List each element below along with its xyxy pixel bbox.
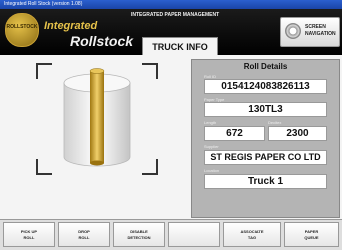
associate-tag-button[interactable]: ASSOCIATE TAG xyxy=(223,222,281,247)
window-title: Integrated Roll Stock (version 1.08) xyxy=(4,1,83,7)
pick-up-roll-button[interactable]: PICK UP ROLL xyxy=(3,222,55,247)
app-header: ROLLSTOCK Integrated Rollstock INTEGRATE… xyxy=(0,9,342,56)
decitex-field: 2300 xyxy=(268,126,327,141)
tab-truck-info[interactable]: TRUCK INFO xyxy=(142,37,218,56)
length-label: Length xyxy=(204,120,217,125)
paper-queue-button[interactable]: PAPER QUEUE xyxy=(284,222,339,247)
bottom-toolbar: PICK UP ROLL DROP ROLL DISABLE DETECTION AS… xyxy=(0,219,342,250)
location-field: Truck 1 xyxy=(204,174,327,189)
disable-detection-button[interactable]: DISABLE DETECTION xyxy=(113,222,165,247)
app-subtitle: INTEGRATED PAPER MANAGEMENT xyxy=(131,12,220,18)
roll-visualization xyxy=(36,63,158,175)
roll-details-title: Roll Details xyxy=(243,62,288,71)
logo-text: ROLLSTOCK xyxy=(6,24,38,30)
decitex-label: Decitex xyxy=(268,120,282,125)
supplier-field: ST REGIS PAPER CO LTD xyxy=(204,150,327,165)
rollstock-logo: ROLLSTOCK xyxy=(5,13,39,47)
supplier-label: Supplier xyxy=(204,144,219,149)
disc-icon xyxy=(285,23,301,39)
length-field: 672 xyxy=(204,126,265,141)
brand-integrated: Integrated xyxy=(44,20,98,32)
screen-navigation-label: SCREEN NAVIGATION xyxy=(305,24,336,37)
app-window: Integrated Roll Stock (version 1.08) ROL… xyxy=(0,0,342,250)
main-area: Roll Details Roll ID 0154124083826113 Pa… xyxy=(0,55,342,218)
location-label: Location xyxy=(204,168,220,173)
paper-roll-graphic xyxy=(63,68,131,167)
blank-button[interactable] xyxy=(168,222,220,247)
title-bar: Integrated Roll Stock (version 1.08) xyxy=(0,0,342,9)
roll-id-field: 0154124083826113 xyxy=(204,79,327,94)
paper-type-field: 130TL3 xyxy=(204,102,327,117)
drop-roll-button[interactable]: DROP ROLL xyxy=(58,222,110,247)
brand-rollstock: Rollstock xyxy=(70,33,134,49)
roll-details-panel: Roll Details Roll ID 0154124083826113 Pa… xyxy=(191,59,340,218)
screen-navigation-button[interactable]: SCREEN NAVIGATION xyxy=(280,17,340,47)
